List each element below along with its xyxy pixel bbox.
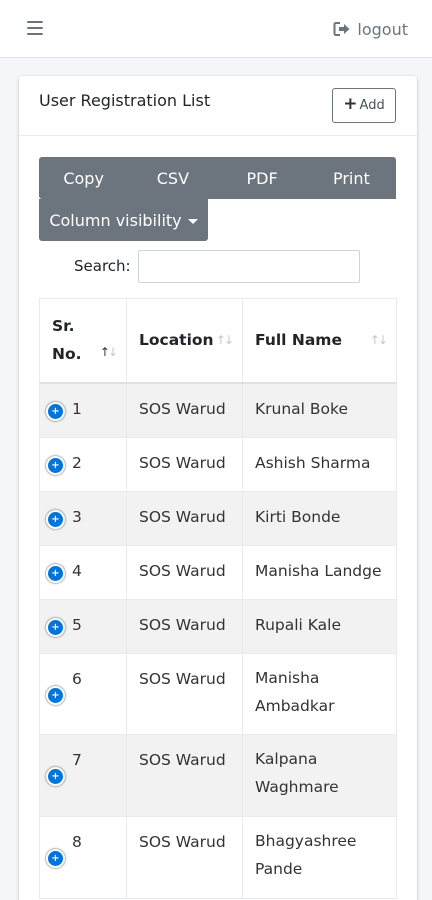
- name-cell: Kirti Bonde: [242, 491, 397, 546]
- sort-icon: ↑↓: [369, 333, 388, 347]
- expand-row-icon[interactable]: +: [46, 849, 65, 868]
- column-header-location[interactable]: Location ↑↓: [126, 298, 243, 383]
- expand-row-icon[interactable]: +: [46, 618, 65, 637]
- card-header: User Registration List + Add: [19, 76, 417, 136]
- table-row[interactable]: + 5 SOS Warud Rupali Kale: [39, 599, 397, 654]
- users-table: Sr. No. ↑↓ Location ↑↓ Full Name ↑↓ + 1: [39, 298, 397, 899]
- copy-button[interactable]: Copy: [39, 157, 128, 199]
- search-label: Search:: [74, 257, 131, 275]
- top-navbar: logout: [0, 0, 432, 58]
- location-cell: SOS Warud: [126, 491, 243, 546]
- sr-cell: + 2: [39, 437, 127, 492]
- location-cell: SOS Warud: [126, 734, 243, 817]
- sr-value: 5: [72, 616, 82, 634]
- table-row[interactable]: + 6 SOS Warud Manisha Ambadkar: [39, 653, 397, 735]
- location-cell: SOS Warud: [126, 653, 243, 735]
- location-cell: SOS Warud: [126, 599, 243, 654]
- expand-row-icon[interactable]: +: [46, 767, 65, 786]
- sort-ascending-icon: ↑↓: [99, 345, 118, 359]
- location-cell: SOS Warud: [126, 382, 243, 438]
- column-header-sr-no[interactable]: Sr. No. ↑↓: [39, 298, 127, 383]
- table-header-row: Sr. No. ↑↓ Location ↑↓ Full Name ↑↓: [39, 298, 397, 383]
- csv-button[interactable]: CSV: [128, 157, 217, 199]
- sr-value: 2: [72, 454, 82, 472]
- sr-value: 6: [72, 670, 82, 688]
- column-visibility-button[interactable]: Column visibility: [39, 199, 208, 241]
- sr-cell: + 6: [39, 653, 127, 735]
- name-cell: Manisha Landge: [242, 545, 397, 600]
- location-cell: SOS Warud: [126, 545, 243, 600]
- expand-row-icon[interactable]: +: [46, 510, 65, 529]
- table-row[interactable]: + 2 SOS Warud Ashish Sharma: [39, 437, 397, 492]
- sr-cell: + 5: [39, 599, 127, 654]
- sr-cell: + 3: [39, 491, 127, 546]
- sort-icon: ↑↓: [215, 333, 234, 347]
- add-button[interactable]: + Add: [332, 88, 396, 123]
- name-cell: Kalpana Waghmare: [242, 734, 397, 817]
- sr-cell: + 4: [39, 545, 127, 600]
- location-cell: SOS Warud: [126, 816, 243, 899]
- sr-value: 1: [72, 399, 82, 418]
- logout-link[interactable]: logout: [333, 18, 408, 40]
- column-header-label: Sr. No.: [52, 317, 82, 364]
- add-button-label: Add: [359, 98, 385, 113]
- name-cell: Manisha Ambadkar: [242, 653, 397, 735]
- sr-value: 4: [72, 562, 82, 580]
- column-visibility-label: Column visibility: [49, 210, 182, 230]
- name-cell: Ashish Sharma: [242, 437, 397, 492]
- user-registration-card: User Registration List + Add Copy CSV PD…: [19, 76, 417, 900]
- pdf-button[interactable]: PDF: [218, 157, 307, 199]
- sr-cell: + 8: [39, 816, 127, 899]
- sr-value: 8: [72, 833, 82, 851]
- logout-label: logout: [357, 19, 408, 39]
- hamburger-icon[interactable]: [27, 21, 43, 35]
- column-header-label: Location: [139, 331, 214, 350]
- sr-value: 7: [72, 751, 82, 769]
- table-row[interactable]: + 8 SOS Warud Bhagyashree Pande: [39, 816, 397, 899]
- column-header-label: Full Name: [255, 331, 342, 350]
- name-cell: Krunal Boke: [242, 382, 397, 438]
- expand-row-icon[interactable]: +: [46, 686, 65, 705]
- name-cell: Rupali Kale: [242, 599, 397, 654]
- table-row[interactable]: + 7 SOS Warud Kalpana Waghmare: [39, 734, 397, 817]
- expand-row-icon[interactable]: +: [46, 564, 65, 583]
- sign-out-icon: [333, 22, 350, 36]
- table-row[interactable]: + 1 SOS Warud Krunal Boke: [39, 382, 397, 438]
- plus-icon: +: [343, 94, 358, 114]
- sr-cell: + 7: [39, 734, 127, 817]
- column-header-full-name[interactable]: Full Name ↑↓: [242, 298, 397, 383]
- export-button-group: Copy CSV PDF Print: [39, 157, 396, 199]
- location-cell: SOS Warud: [126, 437, 243, 492]
- print-button[interactable]: Print: [307, 157, 396, 199]
- expand-row-icon[interactable]: +: [46, 456, 65, 475]
- caret-down-icon: [187, 218, 198, 224]
- sr-value: 3: [72, 508, 82, 526]
- name-cell: Bhagyashree Pande: [242, 816, 397, 899]
- expand-row-icon[interactable]: +: [46, 401, 65, 421]
- table-row[interactable]: + 3 SOS Warud Kirti Bonde: [39, 491, 397, 546]
- card-title: User Registration List: [39, 91, 211, 110]
- search-input[interactable]: [138, 250, 360, 283]
- sr-cell: + 1: [39, 382, 127, 438]
- table-row[interactable]: + 4 SOS Warud Manisha Landge: [39, 545, 397, 600]
